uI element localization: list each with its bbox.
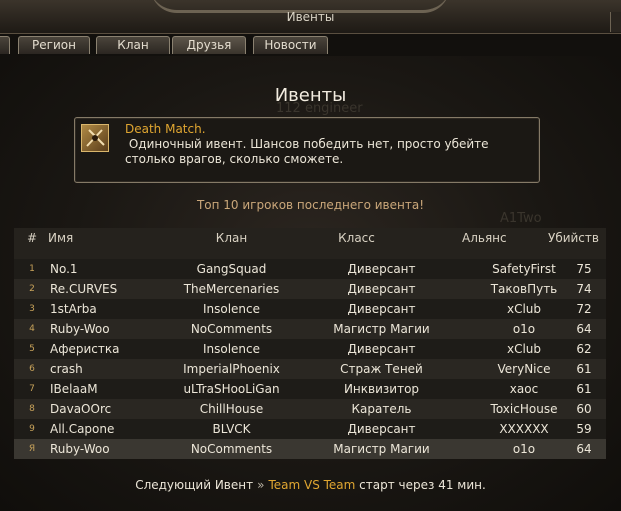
player-name: Аферистка xyxy=(50,342,120,356)
player-class: Магистр Магии xyxy=(333,322,430,336)
table-row: 1 No.1 GangSquad Диверсант SafetyFirst 75 xyxy=(14,259,606,279)
page-title: Ивенты xyxy=(274,85,347,106)
player-class: Каратель xyxy=(351,402,412,416)
player-clan: TheMercenaries xyxy=(183,282,280,296)
player-clan: Insolence xyxy=(202,302,261,316)
player-name: IBelaaM xyxy=(50,382,98,396)
player-class: Диверсант xyxy=(347,262,416,276)
player-class: Диверсант xyxy=(347,422,416,436)
table-row: 4 Ruby-Woo NoComments Магистр Магии o1o 64 xyxy=(14,319,606,339)
player-kills: 61 xyxy=(576,362,592,376)
player-class: Диверсант xyxy=(347,302,416,316)
table-row: 9 All.Capone BLVCK Диверсант XXXXXX 59 xyxy=(14,419,606,439)
player-clan: ChillHouse xyxy=(199,402,264,416)
player-clan: BLVCK xyxy=(212,422,251,436)
player-clan: uLTraSHooLiGan xyxy=(183,382,280,396)
tab-clan[interactable]: Клан xyxy=(96,36,170,54)
event-title: Death Match. xyxy=(125,122,206,136)
row-number: 8 xyxy=(29,404,35,414)
player-clan: NoComments xyxy=(190,442,273,456)
row-number: 6 xyxy=(29,364,35,374)
table-row: 6 crash ImperialPhoenix Страж Теней VeryNice… xyxy=(14,359,606,379)
row-number: 1 xyxy=(29,264,35,274)
arrows-icon: » xyxy=(257,478,265,492)
player-class: Магистр Магии xyxy=(333,442,430,456)
background-player-name: A1Two xyxy=(500,211,542,226)
player-name: No.1 xyxy=(50,262,78,276)
row-number: 7 xyxy=(29,384,35,394)
player-kills: 61 xyxy=(576,382,592,396)
next-event-line: Следующий Ивент» Team VS Team старт через… xyxy=(0,478,621,492)
player-class: Диверсант xyxy=(347,342,416,356)
row-number: 5 xyxy=(29,344,35,354)
player-name: Re.CURVES xyxy=(50,282,118,296)
top10-label: Топ 10 игроков последнего ивента! xyxy=(196,198,425,212)
player-kills: 59 xyxy=(576,422,592,436)
player-clan: NoComments xyxy=(190,322,273,336)
crossed-swords-icon xyxy=(81,124,109,152)
player-class: Страж Теней xyxy=(340,362,423,376)
tab-hidden[interactable] xyxy=(0,36,10,54)
player-name: All.Capone xyxy=(50,422,115,436)
player-kills: 64 xyxy=(576,442,592,456)
row-number: 9 xyxy=(29,424,35,434)
player-kills: 74 xyxy=(576,282,592,296)
tab-bar: Регион Клан Друзья Новости xyxy=(0,34,621,90)
row-number: 4 xyxy=(29,324,35,334)
table-row: 7 IBelaaM uLTraSHooLiGan Инквизитор xaoc 61 xyxy=(14,379,606,399)
column-header-number: # xyxy=(26,231,38,245)
table-body: 1 No.1 GangSquad Диверсант SafetyFirst 75 2 Re.… xyxy=(14,259,606,439)
player-name: Ruby-Woo xyxy=(50,442,110,456)
event-description: Одиночный ивент. Шансов победить нет, пр… xyxy=(125,137,489,166)
player-clan: ImperialPhoenix xyxy=(183,362,280,376)
leaderboard-table: # Имя Клан Класс Альянс Убийств 1 No.1 Gan… xyxy=(14,228,606,459)
player-kills: 64 xyxy=(576,322,592,336)
table-row: 3 1stArba Insolence Диверсант xClub 72 xyxy=(14,299,606,319)
column-header-alliance: Альянс xyxy=(462,231,507,245)
player-name: 1stArba xyxy=(50,302,97,316)
table-row: 5 Аферистка Insolence Диверсант xClub 62 xyxy=(14,339,606,359)
window-title-bar: Ивенты xyxy=(0,0,621,34)
row-number: Я xyxy=(28,444,36,454)
player-kills: 72 xyxy=(576,302,592,316)
player-kills: 60 xyxy=(576,402,592,416)
player-kills: 75 xyxy=(576,262,592,276)
row-number: 2 xyxy=(29,284,35,294)
player-clan: Insolence xyxy=(202,342,261,356)
tab-friends[interactable]: Друзья xyxy=(172,36,246,54)
next-event-label: Следующий Ивент xyxy=(135,478,254,492)
window-title: Ивенты xyxy=(286,10,335,24)
table-row: 8 DavaOOrc ChillHouse Каратель ToxicHouse 60 xyxy=(14,399,606,419)
event-info-card: Death Match. Одиночный ивент. Шансов поб… xyxy=(74,117,540,183)
my-rank-row: Я Ruby-Woo NoComments Магистр Магии o1o … xyxy=(14,439,606,459)
column-header-clan: Клан xyxy=(215,231,248,245)
player-kills: 62 xyxy=(576,342,592,356)
player-class: Диверсант xyxy=(347,282,416,296)
column-header-kills: Убийств xyxy=(548,231,599,245)
player-name: DavaOOrc xyxy=(50,402,112,416)
row-number: 3 xyxy=(29,304,35,314)
player-class: Инквизитор xyxy=(343,382,420,396)
tab-news[interactable]: Новости xyxy=(253,36,328,54)
player-name: crash xyxy=(50,362,83,376)
column-header-name: Имя xyxy=(48,231,74,245)
next-event-start-time: старт через 41 мин. xyxy=(359,478,486,492)
tab-region[interactable]: Регион xyxy=(18,36,90,54)
table-row: 2 Re.CURVES TheMercenaries Диверсант ТаковПу… xyxy=(14,279,606,299)
player-clan: GangSquad xyxy=(196,262,267,276)
column-header-class: Класс xyxy=(338,231,375,245)
table-header: # Имя Клан Класс Альянс Убийств xyxy=(14,228,606,259)
next-event-name[interactable]: Team VS Team xyxy=(268,478,355,492)
player-name: Ruby-Woo xyxy=(50,322,110,336)
